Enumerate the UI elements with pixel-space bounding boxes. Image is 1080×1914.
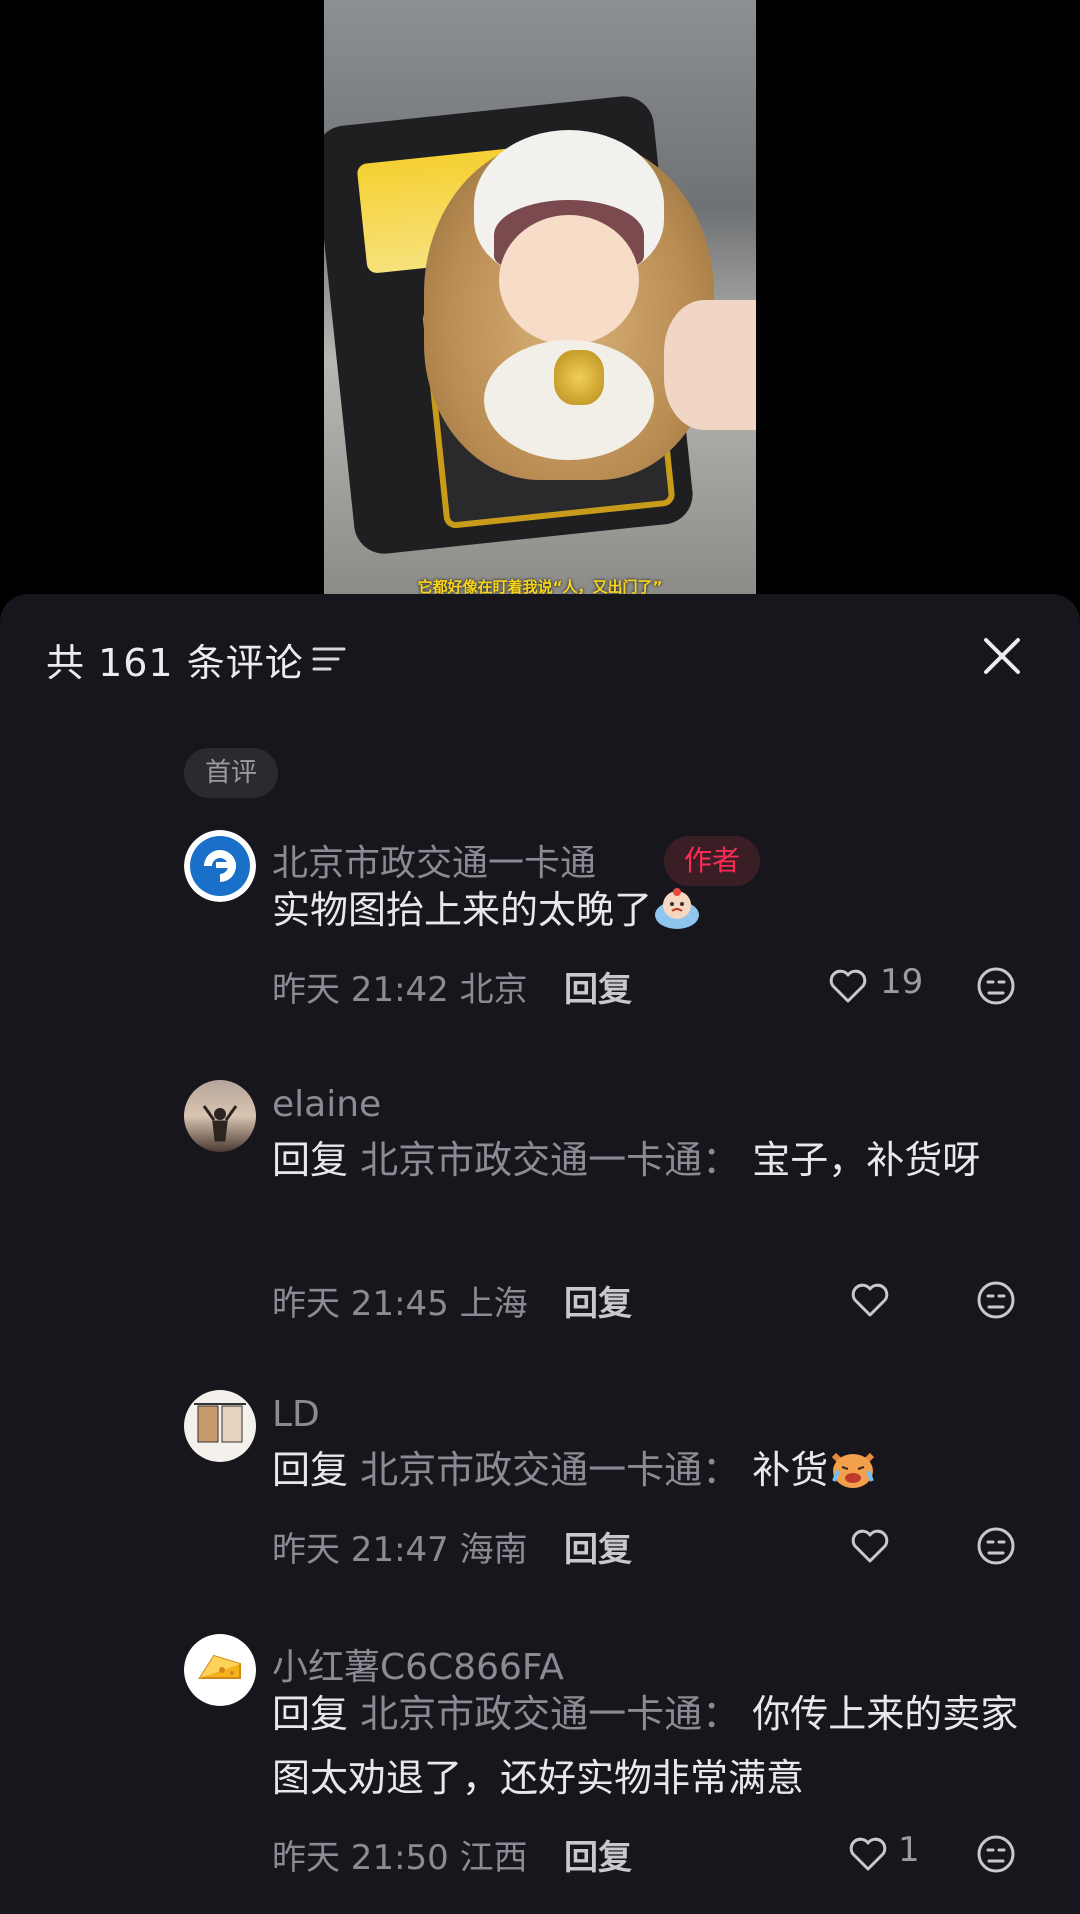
like-count: 1 bbox=[898, 1830, 920, 1870]
comment-location: 北京 bbox=[459, 970, 528, 1010]
comment-time: 昨天 21:42 bbox=[272, 970, 449, 1010]
meh-face-icon[interactable] bbox=[976, 1834, 1016, 1874]
meh-face-icon[interactable] bbox=[976, 966, 1016, 1006]
comment-count-title: 共 161 条评论 bbox=[46, 641, 304, 685]
avatar[interactable] bbox=[184, 830, 256, 902]
reply-prefix: 回复 bbox=[272, 1692, 349, 1736]
meh-face-icon[interactable] bbox=[976, 1280, 1016, 1320]
reply-prefix: 回复 bbox=[272, 1138, 349, 1182]
comment-text-content: 实物图抬上来的太晚了 bbox=[272, 888, 653, 932]
avatar[interactable] bbox=[184, 1080, 256, 1152]
like-count: 19 bbox=[880, 962, 924, 1002]
close-icon[interactable] bbox=[980, 634, 1024, 678]
comment-location: 海南 bbox=[459, 1530, 528, 1570]
video-frame[interactable]: 它都好像在盯着我说“人，又出门了” bbox=[324, 0, 756, 600]
reply-target[interactable]: 北京市政交通一卡通： bbox=[360, 1138, 740, 1182]
comment-text: 回复 北京市政交通一卡通： 你传上来的卖家图太劝退了，还好实物非常满意 bbox=[272, 1682, 1024, 1810]
video-area[interactable]: 它都好像在盯着我说“人，又出门了” bbox=[0, 0, 1080, 610]
heart-like-icon[interactable] bbox=[850, 1528, 890, 1564]
comment-text: 实物图抬上来的太晚了 bbox=[272, 878, 1024, 942]
comment-item: LD 回复 北京市政交通一卡通： 补货 昨天 21:47 海南 回复 bbox=[0, 1390, 1080, 1580]
reply-button[interactable]: 回复 bbox=[564, 962, 632, 1011]
comment-text: 回复 北京市政交通一卡通： 宝子，补货呀 bbox=[272, 1128, 1024, 1192]
reply-button[interactable]: 回复 bbox=[564, 1522, 632, 1571]
reply-button[interactable]: 回复 bbox=[564, 1276, 632, 1325]
heart-like-icon[interactable] bbox=[848, 1836, 888, 1872]
comment-location: 江西 bbox=[459, 1838, 528, 1878]
plush-charm-image bbox=[554, 350, 604, 405]
comments-header: 共 161 条评论 bbox=[0, 594, 1080, 724]
sort-filter-icon[interactable] bbox=[312, 646, 346, 672]
heart-like-icon[interactable] bbox=[850, 1282, 890, 1318]
avatar[interactable] bbox=[184, 1634, 256, 1706]
comment-item: elaine 回复 北京市政交通一卡通： 宝子，补货呀 昨天 21:45 上海 … bbox=[0, 1080, 1080, 1330]
plush-face-image bbox=[499, 215, 639, 345]
cheese-icon bbox=[198, 1654, 241, 1679]
comment-item: 小红薯C6C866FA 回复 北京市政交通一卡通： 你传上来的卖家图太劝退了，还… bbox=[0, 1634, 1080, 1894]
comment-meta: 昨天 21:47 海南 bbox=[272, 1522, 528, 1571]
comment-meta: 昨天 21:50 江西 bbox=[272, 1830, 528, 1879]
comment-time: 昨天 21:47 bbox=[272, 1530, 449, 1570]
crying-face-emoji-icon bbox=[655, 888, 700, 929]
hand-image bbox=[664, 300, 756, 430]
reply-prefix: 回复 bbox=[272, 1448, 349, 1492]
reply-target[interactable]: 北京市政交通一卡通： bbox=[360, 1448, 740, 1492]
comment-time: 昨天 21:45 bbox=[272, 1284, 449, 1324]
crying-cat-emoji-icon bbox=[832, 1452, 875, 1488]
comment-text-content: 宝子，补货呀 bbox=[752, 1138, 981, 1182]
comment-username[interactable]: elaine bbox=[272, 1084, 381, 1125]
photo-cards-icon bbox=[194, 1403, 246, 1443]
comment-location: 上海 bbox=[459, 1284, 528, 1324]
comment-time: 昨天 21:50 bbox=[272, 1838, 449, 1878]
comment-text: 回复 北京市政交通一卡通： 补货 bbox=[272, 1438, 1024, 1502]
person-silhouette-icon bbox=[202, 1105, 238, 1142]
reply-target[interactable]: 北京市政交通一卡通： bbox=[360, 1692, 740, 1736]
comment-meta: 昨天 21:45 上海 bbox=[272, 1276, 528, 1325]
comment-item: 北京市政交通一卡通 作者 实物图抬上来的太晚了 昨天 21:42 北京 回复 1… bbox=[0, 830, 1080, 1020]
first-comment-badge: 首评 bbox=[184, 748, 278, 798]
comments-sheet: 共 161 条评论 首评 北京市政交通一卡通 作者 实物图抬上来的太晚了 昨天 … bbox=[0, 594, 1080, 1914]
reply-button[interactable]: 回复 bbox=[564, 1830, 632, 1879]
comment-meta: 昨天 21:42 北京 bbox=[272, 962, 528, 1011]
comment-username[interactable]: LD bbox=[272, 1394, 320, 1435]
comment-text-content: 补货 bbox=[752, 1448, 829, 1492]
meh-face-icon[interactable] bbox=[976, 1526, 1016, 1566]
heart-like-icon[interactable] bbox=[828, 968, 868, 1004]
yikatong-logo-icon bbox=[184, 830, 256, 902]
avatar[interactable] bbox=[184, 1390, 256, 1462]
